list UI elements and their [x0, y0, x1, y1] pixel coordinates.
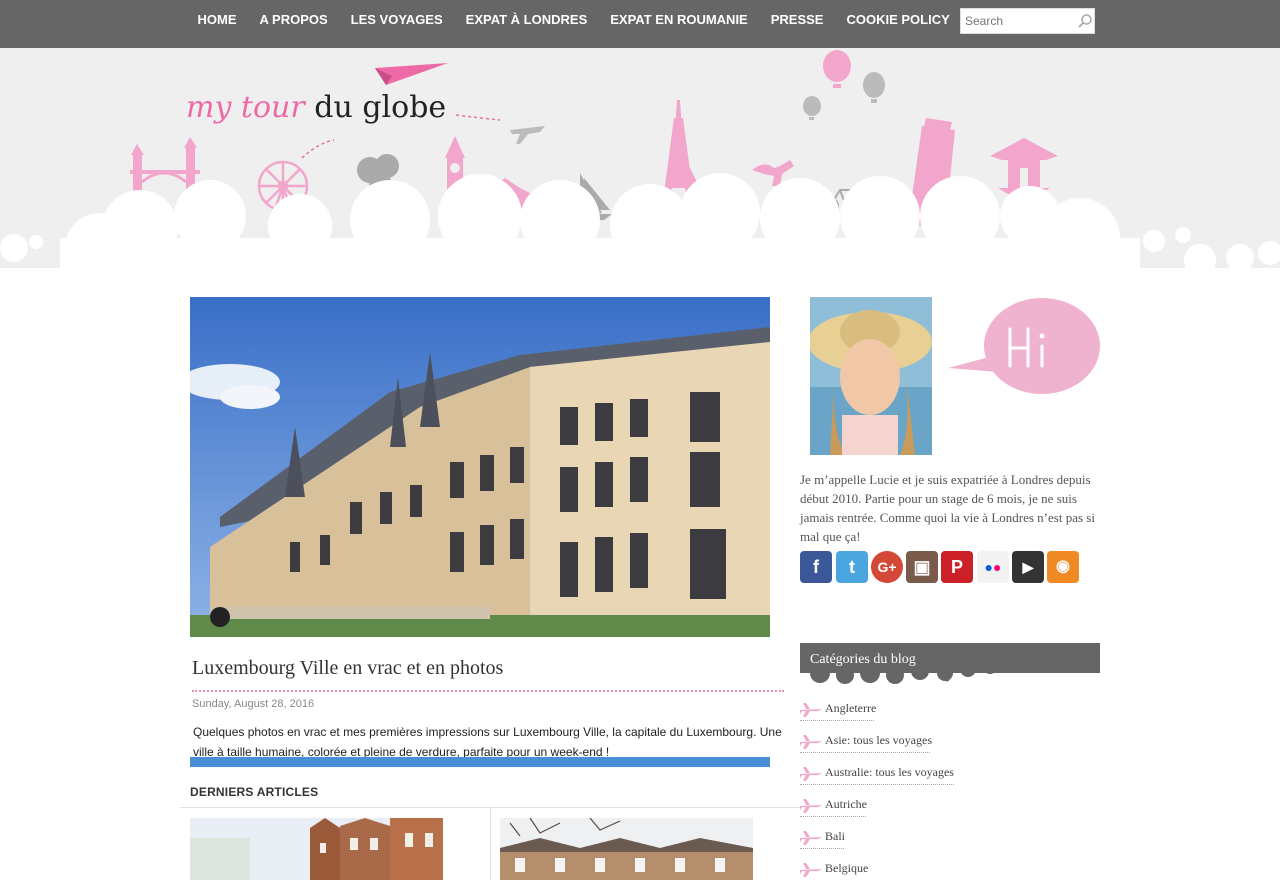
- nav-expat-londres[interactable]: EXPAT À LONDRES: [454, 0, 599, 40]
- youtube-icon[interactable]: ▶: [1012, 551, 1044, 583]
- facebook-icon[interactable]: f: [800, 551, 832, 583]
- author-avatar: [810, 297, 932, 455]
- luxembourg-palace-photo: [180, 297, 770, 637]
- hi-speech-bubble: [948, 298, 1100, 394]
- airplane-bullet-icon: [800, 703, 822, 717]
- category-label: Belgique: [825, 861, 869, 875]
- category-item[interactable]: Australie: tous les voyages: [800, 762, 1100, 794]
- latest-articles-column-divider: [490, 808, 491, 880]
- category-label: Australie: tous les voyages: [825, 765, 954, 779]
- pinterest-icon[interactable]: P: [941, 551, 973, 583]
- category-item[interactable]: Belgique: [800, 858, 1100, 880]
- rss-icon[interactable]: ◉: [1047, 551, 1079, 583]
- post-title[interactable]: Luxembourg Ville en vrac et en photos: [192, 657, 503, 680]
- logo-part-2: du globe: [314, 90, 447, 125]
- category-underline: [800, 848, 844, 849]
- search-box: [960, 8, 1095, 34]
- nav-expat-roumanie[interactable]: EXPAT EN ROUMANIE: [599, 0, 759, 40]
- search-input[interactable]: [961, 9, 1073, 33]
- flickr-icon[interactable]: ●●: [977, 551, 1009, 583]
- nav-a-propos[interactable]: A PROPOS: [248, 0, 339, 40]
- travel-skyline-illustration: [0, 50, 1280, 268]
- airplane-bullet-icon: [800, 863, 822, 877]
- category-label: Autriche: [825, 797, 867, 811]
- post-footer-bar: [190, 757, 770, 767]
- category-item[interactable]: Asie: tous les voyages: [800, 730, 1100, 762]
- airplane-bullet-icon: [800, 799, 822, 813]
- terraced-houses-photo: [500, 818, 753, 880]
- category-item[interactable]: Angleterre: [800, 698, 1100, 730]
- airplane-bullet-icon: [800, 767, 822, 781]
- category-label: Angleterre: [825, 701, 877, 715]
- author-bio: Je m’appelle Lucie et je suis expatriée …: [800, 472, 1095, 544]
- nav-cookie-policy[interactable]: COOKIE POLICY: [835, 0, 961, 40]
- categories-heading: Catégories du blog: [810, 652, 916, 667]
- latest-articles-heading: DERNIERS ARTICLES: [190, 785, 319, 799]
- nav-home[interactable]: HOME: [186, 0, 248, 40]
- airplane-icon: [510, 126, 545, 144]
- category-label: Asie: tous les voyages: [825, 733, 932, 747]
- latest-article-thumbnail[interactable]: [190, 818, 443, 880]
- twitter-icon[interactable]: t: [836, 551, 868, 583]
- category-underline: [800, 752, 930, 753]
- main-menu: HOME A PROPOS LES VOYAGES EXPAT À LONDRE…: [186, 0, 961, 40]
- google-plus-icon[interactable]: G+: [871, 551, 903, 583]
- airplane-bullet-icon: [800, 831, 822, 845]
- category-item[interactable]: Bali: [800, 826, 1100, 858]
- paper-plane-icon: [375, 63, 448, 85]
- category-label: Bali: [825, 829, 845, 843]
- post-date: Sunday, August 28, 2016: [192, 698, 315, 710]
- post-excerpt: Quelques photos en vrac et mes premières…: [193, 725, 782, 759]
- top-navigation-bar: HOME A PROPOS LES VOYAGES EXPAT À LONDRE…: [0, 0, 1280, 48]
- site-header-banner: my tour du globe: [0, 48, 1280, 268]
- category-item[interactable]: Autriche: [800, 794, 1100, 826]
- nav-presse[interactable]: PRESSE: [759, 0, 835, 40]
- nav-les-voyages[interactable]: LES VOYAGES: [339, 0, 454, 40]
- categories-list: Angleterre Asie: tous les voyages Austra…: [800, 698, 1100, 880]
- tower-bridge-icon: [130, 137, 200, 193]
- brick-houses-photo: [190, 818, 443, 880]
- site-logo[interactable]: my tour du globe: [186, 90, 446, 125]
- category-underline: [800, 816, 866, 817]
- airplane-bullet-icon: [800, 735, 822, 749]
- eiffel-tower-icon: [664, 100, 700, 193]
- hot-air-balloons-icon: [803, 50, 885, 120]
- author-photo: [810, 297, 932, 455]
- pagoda-icon: [990, 138, 1058, 194]
- latest-article-thumbnail[interactable]: [500, 818, 753, 880]
- instagram-icon[interactable]: ▣: [906, 551, 938, 583]
- search-icon[interactable]: [1077, 13, 1093, 29]
- clouds-decoration: [0, 173, 1280, 268]
- category-underline: [800, 784, 954, 785]
- title-dotted-divider: [192, 690, 784, 692]
- category-underline: [800, 720, 874, 721]
- logo-part-1: my tour: [186, 90, 305, 125]
- featured-post-image[interactable]: [180, 297, 770, 637]
